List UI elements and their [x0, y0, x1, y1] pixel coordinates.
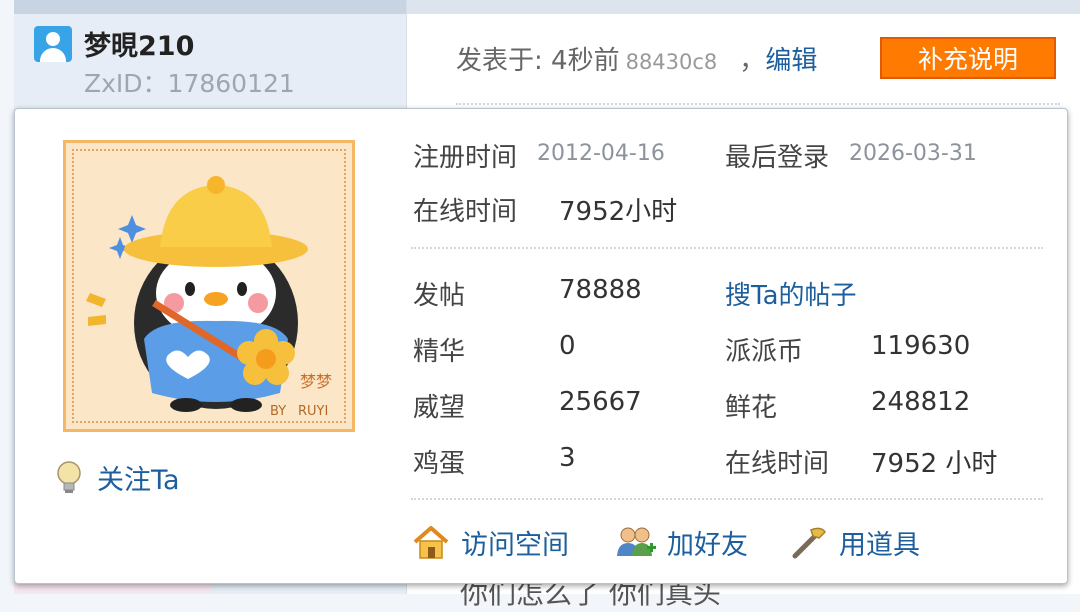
add-friend-label: 加好友 — [667, 529, 748, 561]
register-date: 2012-04-16 — [537, 141, 665, 166]
penguin-avatar-image: 梦梦 BY RUYI — [86, 176, 332, 419]
author-zxid: ZxID：17860121 — [84, 69, 295, 98]
author-username[interactable]: 梦晛210 — [84, 24, 194, 63]
avatar-signature: 梦梦 — [300, 372, 332, 391]
posts-value: 78888 — [559, 275, 642, 305]
prestige-value: 25667 — [559, 387, 642, 417]
card-divider-bottom — [411, 498, 1043, 500]
supplement-button[interactable]: 补充说明 — [880, 37, 1056, 79]
add-friend-button[interactable]: 加好友 — [615, 521, 748, 563]
visit-space-button[interactable]: 访问空间 — [411, 521, 569, 563]
search-posts-link[interactable]: 搜Ta的帖子 — [725, 275, 857, 312]
user-icon — [34, 26, 72, 62]
bulb-icon — [57, 461, 81, 493]
post-time: 发表于: 4秒前 — [456, 46, 620, 76]
meta-separator: ， — [739, 46, 766, 76]
edit-link[interactable]: 编辑 — [765, 46, 817, 76]
follow-button[interactable]: 关注Ta — [55, 457, 180, 497]
digest-label: 精华 — [413, 337, 466, 367]
friends-icon — [617, 527, 656, 556]
use-tool-button[interactable]: 用道具 — [789, 521, 920, 563]
visit-space-label: 访问空间 — [461, 529, 569, 561]
avatar-by: BY — [270, 404, 286, 419]
home-icon — [413, 526, 449, 559]
flowers-label: 鲜花 — [725, 393, 778, 423]
column-top-bar — [14, 0, 406, 14]
post-meta: 发表于: 4秒前 88430c8 ，编辑 — [456, 40, 817, 77]
digest-value: 0 — [559, 331, 576, 361]
user-info-card: 梦梦 BY RUYI 关注Ta 注册时间 2012-04-16 最后登录 202… — [14, 108, 1068, 584]
last-login-label: 最后登录 — [725, 143, 830, 173]
prestige-label: 威望 — [413, 393, 466, 423]
eggs-value: 3 — [559, 443, 576, 473]
use-tool-label: 用道具 — [839, 529, 920, 561]
post-top-bar — [407, 0, 1080, 14]
eggs-label: 鸡蛋 — [413, 449, 466, 479]
online-label: 在线时间 — [413, 197, 518, 227]
online2-value: 7952 小时 — [871, 449, 998, 479]
avatar-ruyi: RUYI — [298, 404, 328, 419]
avatar[interactable]: 梦梦 BY RUYI — [63, 140, 355, 432]
online-value: 7952小时 — [559, 197, 678, 227]
posts-label: 发帖 — [413, 281, 466, 311]
online2-label: 在线时间 — [725, 449, 830, 479]
post-divider — [456, 103, 1060, 105]
tool-icon — [792, 527, 826, 559]
post-hash: 88430c8 — [625, 50, 718, 74]
follow-label: 关注Ta — [97, 464, 180, 496]
coins-value: 119630 — [871, 331, 971, 361]
coins-label: 派派币 — [725, 337, 804, 367]
register-label: 注册时间 — [413, 143, 518, 173]
card-divider-top — [411, 247, 1043, 249]
last-login-date: 2026-03-31 — [849, 141, 977, 166]
flowers-value: 248812 — [871, 387, 971, 417]
